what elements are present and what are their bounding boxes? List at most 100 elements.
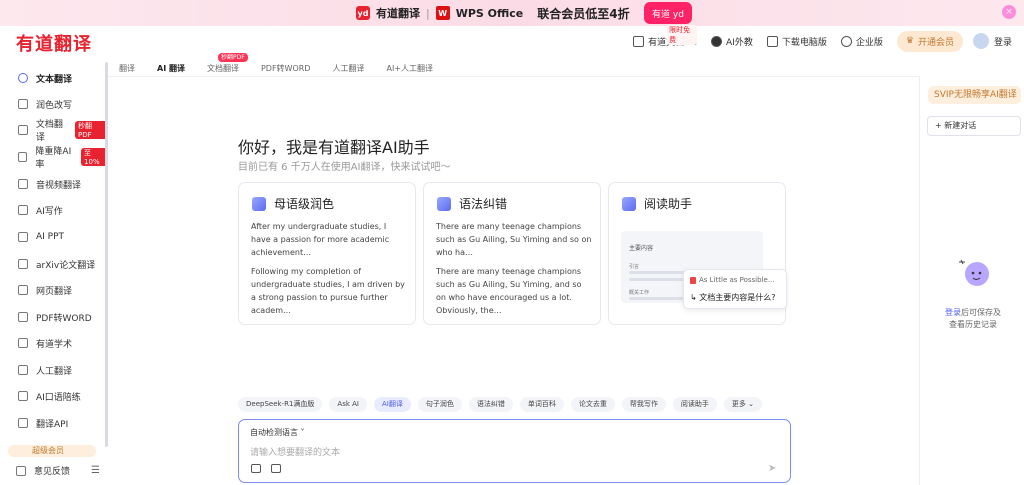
chip-sentence-polish[interactable]: 句子润色 <box>417 397 462 412</box>
tab-ai-translate[interactable]: AI 翻译 <box>146 62 196 76</box>
sidebar-item-api[interactable]: 翻译API <box>18 415 68 431</box>
crown-icon: ♛ <box>905 36 914 46</box>
graduation-cap-icon <box>18 338 28 348</box>
sidebar-item-web-translate[interactable]: 网页翻译 <box>18 282 72 298</box>
grammar-icon <box>437 196 451 211</box>
sidebar-item-human-translate[interactable]: 人工翻译 <box>18 362 72 378</box>
tab-pdf-word[interactable]: PDF转WORD <box>250 62 322 76</box>
preview-section: 概关工作 <box>629 290 650 296</box>
chip-more[interactable]: 更多 ⌄ <box>723 397 762 412</box>
svip-banner[interactable]: SVIP无限畅享AI翻译 <box>928 86 1021 104</box>
sidebar-item-ai-ppt[interactable]: AI PPT <box>18 229 64 245</box>
nav-ai-tutor-label: AI外教 <box>726 37 753 48</box>
nav-doc-fm[interactable]: 限时免费 有道文档FM <box>633 24 698 48</box>
collapse-menu-icon[interactable]: ☰ <box>91 465 100 476</box>
popup-question: ↳ 文档主要内容是什么? <box>690 293 776 302</box>
history-hint-line2: 查看历史记录 <box>949 320 997 329</box>
nav-enterprise-label: 企业版 <box>855 37 883 48</box>
chip-word-wiki[interactable]: 单词百科 <box>519 397 564 412</box>
tab-doc-translate[interactable]: 秒翻PDF 文档翻译 <box>196 53 250 76</box>
card-title: 母语级润色 <box>274 197 335 211</box>
card-example-result: Following my completion of undergraduate… <box>251 267 405 315</box>
sidebar-item-pdf-word[interactable]: PDF转WORD <box>18 309 92 325</box>
sidebar-tag: 至10% <box>81 148 108 166</box>
top-nav: 限时免费 有道文档FM AI外教 下载电脑版 企业版 ♛ 开通会员 登录 <box>633 24 1024 54</box>
wand-icon <box>18 99 28 109</box>
chip-reading[interactable]: 阅读助手 <box>672 397 717 412</box>
sidebar-item-doc-translate[interactable]: 文档翻译 秒翻PDF <box>18 120 108 143</box>
free-badge: 限时免费 <box>667 24 698 45</box>
chip-deepseek[interactable]: DeepSeek-R1满血版 <box>238 397 323 412</box>
history-hint: 登录后可保存及 查看历史记录 <box>928 307 1018 331</box>
send-icon[interactable]: ➤ <box>768 464 778 474</box>
sidebar-item-polish[interactable]: 润色改写 <box>18 96 72 112</box>
vip-button[interactable]: ♛ 开通会员 <box>896 30 963 52</box>
preview-section: 引言 <box>629 264 640 270</box>
chip-grammar[interactable]: 语法纠错 <box>468 397 513 412</box>
sidebar-item-av-translate[interactable]: 音视频翻译 <box>18 176 81 192</box>
polish-icon <box>252 196 266 211</box>
promo-banner[interactable]: yd 有道翻译 | W WPS Office 联合会员低至4折 有道 yd × <box>0 0 1024 26</box>
sidebar: 文本翻译 润色改写 文档翻译 秒翻PDF 降重降AI率 至10% 音视频翻译 AI写… <box>0 62 108 485</box>
sidebar-item-label: 人工翻译 <box>36 366 73 377</box>
history-hint-line1: 后可保存及 <box>961 308 1001 317</box>
nav-download-label: 下载电脑版 <box>781 37 827 48</box>
banner-content: yd 有道翻译 | W WPS Office 联合会员低至4折 <box>356 4 630 22</box>
tab-human-translate[interactable]: 人工翻译 <box>321 62 375 76</box>
card-reading-assistant[interactable]: 阅读助手 主要内容 引言 概关工作 As Little as Possible.… <box>608 182 787 325</box>
sidebar-item-label: 翻译API <box>36 419 69 430</box>
text-input[interactable]: 请输入想要翻译的文本 <box>250 445 340 458</box>
banner-brand-wps: WPS Office <box>455 6 524 20</box>
login-button[interactable]: 登录 <box>972 33 1012 49</box>
youdao-logo-icon: yd <box>356 6 370 20</box>
sidebar-item-text-translate[interactable]: 文本翻译 <box>18 70 72 86</box>
sidebar-item-label: AI写作 <box>36 206 63 217</box>
sidebar-item-label: 音视频翻译 <box>36 180 82 191</box>
nav-enterprise[interactable]: 企业版 <box>840 35 883 48</box>
hot-badge: 秒翻PDF <box>217 53 248 62</box>
nav-download[interactable]: 下载电脑版 <box>766 35 827 48</box>
translate-input-box[interactable]: 自动检测语言 ˅ 请输入想要翻译的文本 ➤ <box>238 419 791 483</box>
feedback-label: 意见反馈 <box>34 467 71 477</box>
sidebar-item-label: 降重降AI率 <box>35 147 72 170</box>
gift-icon[interactable]: 有道 yd <box>644 2 692 24</box>
card-grammar-fix[interactable]: 语法纠错 There are many teenage champions su… <box>423 182 601 325</box>
chat-icon <box>18 391 28 401</box>
page-title: 你好，我是有道翻译AI助手 <box>238 138 430 157</box>
arxiv-icon <box>18 259 28 269</box>
login-link[interactable]: 登录 <box>945 308 961 317</box>
sidebar-item-ai-writing[interactable]: AI写作 <box>18 202 63 218</box>
sidebar-vip[interactable]: 超级会员 <box>8 445 96 457</box>
chip-dedup[interactable]: 论文去重 <box>570 397 615 412</box>
tab-ai-human-translate[interactable]: AI+人工翻译 <box>375 62 444 76</box>
main-tabs: 翻译 AI 翻译 秒翻PDF 文档翻译 PDF转WORD 人工翻译 AI+人工翻译 <box>108 53 444 76</box>
avatar-icon <box>711 35 723 47</box>
chip-help-write[interactable]: 帮我写作 <box>621 397 666 412</box>
sidebar-item-reduce-ai[interactable]: 降重降AI率 至10% <box>18 147 108 170</box>
new-chat-button[interactable]: + 新建对话 <box>927 116 1021 136</box>
chip-ai-translate[interactable]: AI翻译 <box>373 397 411 412</box>
upload-file-icon[interactable] <box>251 464 261 473</box>
card-title: 语法纠错 <box>459 197 508 211</box>
popup-filename: As Little as Possible... <box>699 276 775 284</box>
tab-translate[interactable]: 翻译 <box>108 62 146 76</box>
sidebar-item-label: 有道学术 <box>36 339 73 350</box>
app-logo[interactable]: 有道翻译 <box>16 30 92 56</box>
mascot-icon <box>959 259 989 286</box>
sidebar-item-label: 润色改写 <box>36 100 73 111</box>
sidebar-item-arxiv[interactable]: arXiv论文翻译 <box>18 256 95 272</box>
nav-ai-tutor[interactable]: AI外教 <box>711 35 753 48</box>
sidebar-item-academic[interactable]: 有道学术 <box>18 335 72 351</box>
pen-icon <box>18 205 28 215</box>
video-icon <box>18 179 28 189</box>
enterprise-icon <box>840 35 852 47</box>
language-selector[interactable]: 自动检测语言 ˅ <box>250 427 305 438</box>
upload-image-icon[interactable] <box>271 464 281 473</box>
sidebar-item-ai-speaking[interactable]: AI口语陪练 <box>18 388 81 404</box>
feedback-button[interactable]: 意见反馈 ☰ <box>16 464 100 477</box>
reading-preview: 主要内容 引言 概关工作 As Little as Possible... ↳ … <box>621 231 787 309</box>
card-native-polish[interactable]: 母语级润色 After my undergraduate studies, I … <box>238 182 416 325</box>
sidebar-item-label: AI PPT <box>36 232 65 242</box>
chip-ask-ai[interactable]: Ask AI <box>329 397 367 412</box>
close-icon[interactable]: × <box>1002 5 1016 19</box>
